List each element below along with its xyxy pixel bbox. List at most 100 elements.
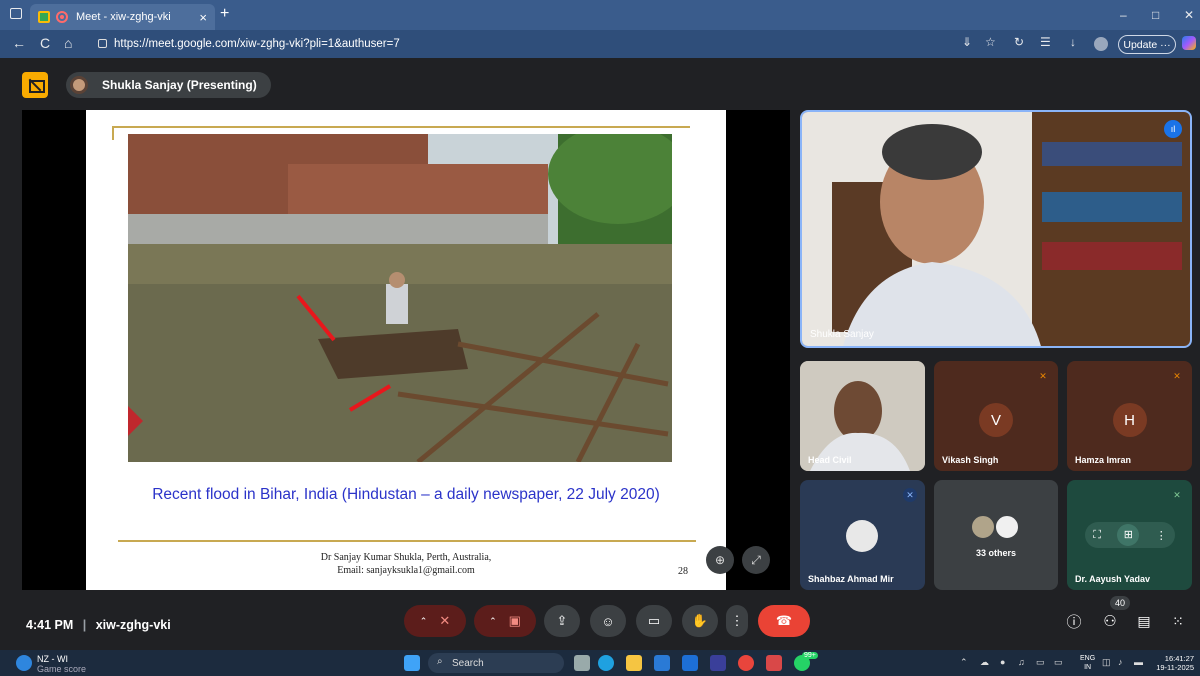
- participant-avatar: [970, 514, 996, 540]
- participant-tile-shahbaz[interactable]: ✕ Shahbaz Ahmad Mir: [800, 480, 925, 590]
- camera-control[interactable]: ⌃ ▣: [474, 605, 536, 637]
- presenter-label: Shukla Sanjay (Presenting): [102, 78, 257, 92]
- clock[interactable]: 16:41:27 19-11-2025: [1152, 654, 1194, 672]
- mic-control[interactable]: ⌃ ✕: [404, 605, 466, 637]
- frame-icon[interactable]: ⛶: [1093, 529, 1101, 542]
- profile-avatar-icon[interactable]: [1094, 37, 1108, 51]
- more-options-button[interactable]: ⋮: [726, 605, 748, 637]
- battery-icon[interactable]: ▬: [1134, 657, 1143, 667]
- store-icon[interactable]: [654, 655, 670, 671]
- chevron-up-icon[interactable]: ⌃: [489, 616, 497, 627]
- apps-grid-icon: ⁙: [1172, 612, 1184, 629]
- more-options-icon[interactable]: ⋮: [1156, 529, 1167, 542]
- meeting-time: 4:41 PM: [26, 618, 74, 632]
- speaker-name: Shukla Sanjay: [810, 329, 874, 340]
- copilot-icon[interactable]: [1182, 36, 1196, 50]
- chat-icon: ▤: [1137, 612, 1151, 629]
- edge-icon[interactable]: [598, 655, 614, 671]
- info-icon: ⓘ: [1066, 613, 1082, 631]
- emoji-button[interactable]: ☺: [590, 605, 626, 637]
- camera-off-icon[interactable]: ▣: [509, 613, 521, 629]
- recording-icon: [56, 11, 68, 23]
- participant-initial-avatar: V: [979, 403, 1013, 437]
- maximize-button[interactable]: □: [1152, 8, 1159, 22]
- refresh-button[interactable]: C: [40, 35, 50, 51]
- present-screen-icon: ⇪: [556, 613, 568, 628]
- word-icon[interactable]: [682, 655, 698, 671]
- update-button[interactable]: Update ···: [1118, 35, 1176, 54]
- zoom-in-icon[interactable]: ⊕: [706, 546, 734, 574]
- meeting-controls: 4:41 PM | xiw-zghg-vki ⌃ ✕ ⌃ ▣ ⇪ ☺ ▭ ✋ ⋮…: [0, 596, 1200, 650]
- weather-widget[interactable]: NZ - WI Game score: [37, 654, 86, 674]
- meeting-info: 4:41 PM | xiw-zghg-vki: [26, 618, 171, 632]
- address-field[interactable]: https://meet.google.com/xiw-zghg-vki?pli…: [90, 33, 890, 55]
- tile-hover-controls: ⛶ ⊞ ⋮: [1085, 522, 1175, 548]
- onedrive-icon[interactable]: ☁: [980, 657, 989, 668]
- presenter-chip[interactable]: Shukla Sanjay (Presenting): [66, 72, 271, 98]
- tray-app-icon[interactable]: ●: [1000, 657, 1005, 667]
- participant-tile-head-civil[interactable]: Head Civil: [800, 361, 925, 471]
- task-view-icon[interactable]: [574, 655, 590, 671]
- file-explorer-icon[interactable]: [626, 655, 642, 671]
- mic-off-icon: ✕: [903, 488, 917, 502]
- downloads-icon[interactable]: ↓: [1070, 35, 1076, 49]
- volume-icon[interactable]: ♪: [1118, 657, 1123, 667]
- emoji-icon: ☺: [601, 613, 615, 629]
- leave-call-button[interactable]: ☎: [758, 605, 810, 637]
- refresh-page-icon[interactable]: ↻: [1014, 35, 1024, 49]
- sidebar-toggle-icon[interactable]: [10, 8, 22, 19]
- browser-titlebar: Meet - xiw-zghg-vki × + – □ ✕: [0, 0, 1200, 30]
- meeting-details-button[interactable]: ⓘ: [1062, 605, 1086, 637]
- chevron-up-icon[interactable]: ⌃: [420, 616, 428, 627]
- mic-off-icon: ✕: [1173, 490, 1181, 500]
- new-tab-button[interactable]: +: [220, 5, 229, 23]
- update-label: Update: [1123, 38, 1158, 51]
- activities-button[interactable]: ⁙: [1166, 605, 1190, 637]
- language-indicator[interactable]: ENG IN: [1080, 654, 1095, 672]
- participant-tile-aayush[interactable]: ✕ ⛶ ⊞ ⋮ Dr. Aayush Yadav: [1067, 480, 1192, 590]
- flood-photo-image: [128, 134, 672, 462]
- raise-hand-button[interactable]: ✋: [682, 605, 718, 637]
- meet-app-icon[interactable]: [710, 655, 726, 671]
- mic-off-icon: ✕: [1039, 371, 1047, 381]
- download-icon[interactable]: ⇓: [962, 35, 972, 49]
- favorite-star-icon[interactable]: ☆: [985, 35, 996, 49]
- language-line1: ENG: [1080, 655, 1096, 662]
- chrome-icon[interactable]: [738, 655, 754, 671]
- participant-name: Shahbaz Ahmad Mir: [808, 574, 894, 584]
- minimize-button[interactable]: –: [1120, 8, 1127, 22]
- home-button[interactable]: ⌂: [64, 35, 72, 51]
- speaker-tile[interactable]: ıl Shukla Sanjay: [800, 110, 1192, 348]
- chat-button[interactable]: ▤: [1132, 605, 1156, 637]
- participant-tile-vikash[interactable]: ✕ V Vikash Singh: [934, 361, 1058, 471]
- display-icon[interactable]: ▭: [1036, 657, 1045, 668]
- participant-name: Head Civil: [808, 455, 852, 465]
- present-button[interactable]: ⇪: [544, 605, 580, 637]
- close-window-button[interactable]: ✕: [1184, 8, 1194, 22]
- pin-icon[interactable]: ⊞: [1117, 524, 1140, 546]
- participant-tile-hamza[interactable]: ✕ H Hamza Imran: [1067, 361, 1192, 471]
- whatsapp-badge: 99+: [802, 652, 818, 659]
- start-icon[interactable]: [404, 655, 420, 671]
- stop-presenting-icon[interactable]: [22, 72, 48, 98]
- mic-tray-icon[interactable]: ♫: [1018, 657, 1025, 667]
- back-button[interactable]: ←: [12, 35, 26, 51]
- others-tile[interactable]: 33 others: [934, 480, 1058, 590]
- monitor-icon[interactable]: ▭: [1054, 657, 1063, 668]
- weather-icon[interactable]: [16, 655, 32, 671]
- more-icon: ···: [1160, 38, 1171, 51]
- tray-overflow-icon[interactable]: ⌃: [960, 657, 968, 668]
- app-icon[interactable]: [766, 655, 782, 671]
- site-info-icon[interactable]: [98, 39, 107, 48]
- fullscreen-icon[interactable]: ⤢: [742, 546, 770, 574]
- wifi-icon[interactable]: ◫: [1102, 657, 1111, 668]
- tab-close-button[interactable]: ×: [199, 10, 207, 25]
- captions-button[interactable]: ▭: [636, 605, 672, 637]
- meet-stage: Shukla Sanjay (Presenting) Recent flood …: [0, 58, 1200, 650]
- mic-off-icon[interactable]: ✕: [439, 613, 450, 629]
- participant-name: Vikash Singh: [942, 455, 999, 465]
- tab-meet[interactable]: Meet - xiw-zghg-vki ×: [30, 4, 215, 30]
- participant-name: Hamza Imran: [1075, 455, 1132, 465]
- favorites-icon[interactable]: ☰: [1040, 35, 1051, 49]
- taskbar-search[interactable]: ⌕ Search: [428, 653, 564, 673]
